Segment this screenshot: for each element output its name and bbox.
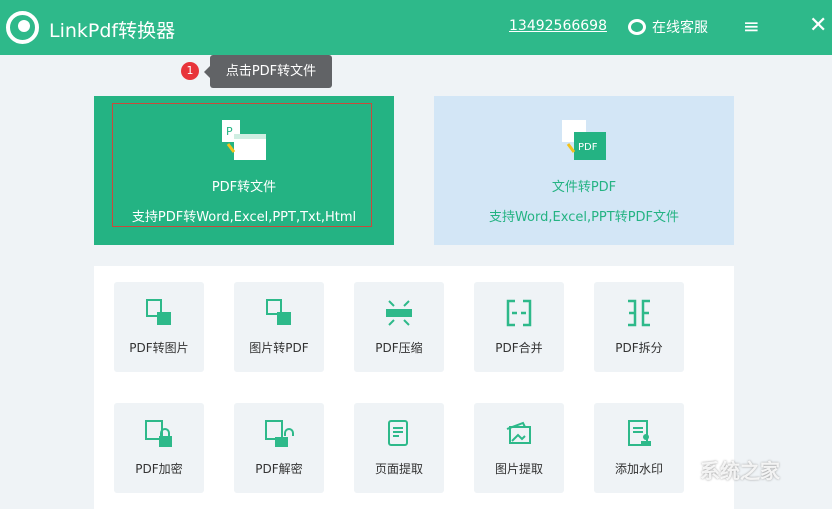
tool-label: PDF转图片 [129,341,189,355]
tool-pdf-encrypt[interactable]: PDF加密 [114,403,204,493]
card-desc: 支持Word,Excel,PPT转PDF文件 [488,210,680,225]
merge-icon [506,299,532,327]
tool-image-extract[interactable]: 图片提取 [474,403,564,493]
tool-pdf-compress[interactable]: PDF压缩 [354,282,444,372]
file-to-pdf-icon: PDF [562,120,606,160]
card-title: PDF转文件 [211,180,277,195]
close-icon[interactable]: ✕ [809,13,827,38]
menu-icon[interactable]: ≡ [743,14,760,38]
card-desc: 支持PDF转Word,Excel,PPT,Txt,Html [131,210,357,225]
tool-label: PDF解密 [255,462,303,476]
svg-text:P: P [226,125,233,138]
online-service-label: 在线客服 [652,20,708,36]
pdf-to-file-icon: P [222,120,266,160]
compress-icon [386,300,412,326]
watermark: 系统之家 [700,459,780,483]
tool-label: PDF压缩 [375,341,423,355]
lock-icon [145,420,172,447]
stamp-icon [628,420,651,446]
app-logo-icon [6,11,39,44]
online-service-button[interactable]: 在线客服 [628,17,708,37]
title-bar: LinkPdf转换器 13492566698 在线客服 ≡ ✕ [0,0,832,55]
image-extract-icon [506,421,531,444]
tool-page-extract[interactable]: 页面提取 [354,403,444,493]
tool-label: 页面提取 [374,462,423,476]
tool-label: 图片转PDF [249,341,309,355]
phone-link[interactable]: 13492566698 [509,18,607,34]
tool-add-watermark[interactable]: 添加水印 [594,403,684,493]
headset-icon [628,19,646,35]
hint-tooltip: 点击PDF转文件 [204,55,332,88]
tool-pdf-merge[interactable]: PDF合并 [474,282,564,372]
page-extract-icon [388,420,408,446]
tool-pdf-split[interactable]: PDF拆分 [594,282,684,372]
unlock-icon [265,420,294,447]
tool-label: PDF合并 [495,341,543,355]
tool-label: 添加水印 [614,462,663,476]
pdf-to-file-card[interactable]: P PDF转文件 支持PDF转Word,Excel,PPT,Txt,Html [94,96,394,245]
tool-label: 图片提取 [494,462,543,476]
app-title: LinkPdf转换器 [49,20,176,42]
image-to-pdf-icon [266,299,291,325]
tool-pdf-decrypt[interactable]: PDF解密 [234,403,324,493]
tool-pdf-to-image[interactable]: PDF转图片 [114,282,204,372]
tools-panel: PDF转图片 图片转PDF PDF压缩 PDF合并 PDF拆分 PDF加密 PD… [94,266,734,509]
step-badge: 1 [181,62,199,80]
split-icon [628,299,650,327]
tool-label: PDF加密 [135,462,183,476]
tool-label: PDF拆分 [615,341,663,355]
pdf-label: PDF [578,142,598,153]
pdf-to-image-icon [146,299,171,325]
card-title: 文件转PDF [551,180,617,195]
tool-image-to-pdf[interactable]: 图片转PDF [234,282,324,372]
file-to-pdf-card[interactable]: PDF 文件转PDF 支持Word,Excel,PPT转PDF文件 [434,96,734,245]
